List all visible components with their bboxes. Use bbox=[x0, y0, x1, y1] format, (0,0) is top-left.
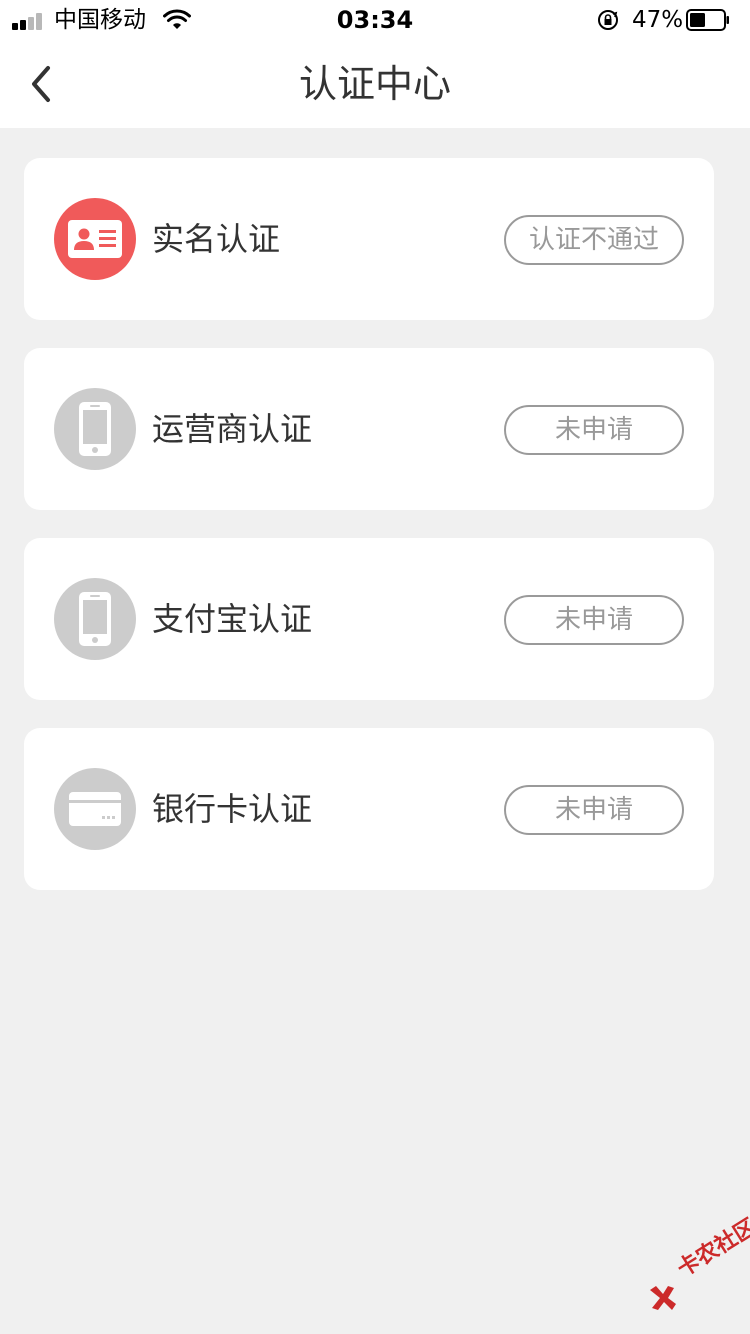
status-bar: 中国移动 03:34 47% bbox=[0, 0, 750, 40]
verification-list: 实名认证 认证不通过 运营商认证 未申请 支付宝认证 未申请 银行卡认证 未申请 bbox=[24, 158, 714, 918]
page-title: 认证中心 bbox=[298, 62, 451, 106]
battery-icon bbox=[686, 9, 729, 31]
rotation-lock-icon bbox=[598, 10, 618, 30]
battery-percent: 47% bbox=[632, 7, 684, 33]
nav-bar: 认证中心 bbox=[0, 40, 750, 128]
watermark-text: 卡农社区 bbox=[673, 1214, 750, 1283]
phone-icon bbox=[54, 388, 136, 470]
verification-card-real-name[interactable]: 实名认证 认证不通过 bbox=[24, 158, 714, 320]
verification-card-carrier[interactable]: 运营商认证 未申请 bbox=[24, 348, 714, 510]
card-label: 运营商认证 bbox=[152, 410, 313, 448]
verification-card-alipay[interactable]: 支付宝认证 未申请 bbox=[24, 538, 714, 700]
verification-card-bank[interactable]: 银行卡认证 未申请 bbox=[24, 728, 714, 890]
bank-card-icon bbox=[54, 768, 136, 850]
id-card-icon bbox=[54, 198, 136, 280]
status-badge[interactable]: 未申请 bbox=[504, 785, 684, 835]
card-label: 实名认证 bbox=[152, 220, 281, 258]
phone-icon bbox=[54, 578, 136, 660]
screen: 中国移动 03:34 47% 认证中心 实名认证 认证不通过 运营商认证 未申请… bbox=[0, 0, 750, 1334]
status-badge[interactable]: 未申请 bbox=[504, 405, 684, 455]
card-label: 银行卡认证 bbox=[152, 790, 313, 828]
card-label: 支付宝认证 bbox=[152, 600, 313, 638]
status-badge[interactable]: 未申请 bbox=[504, 595, 684, 645]
status-badge[interactable]: 认证不通过 bbox=[504, 215, 684, 265]
watermark-logo-icon bbox=[650, 1286, 676, 1310]
watermark: 卡农社区 bbox=[640, 1214, 750, 1318]
